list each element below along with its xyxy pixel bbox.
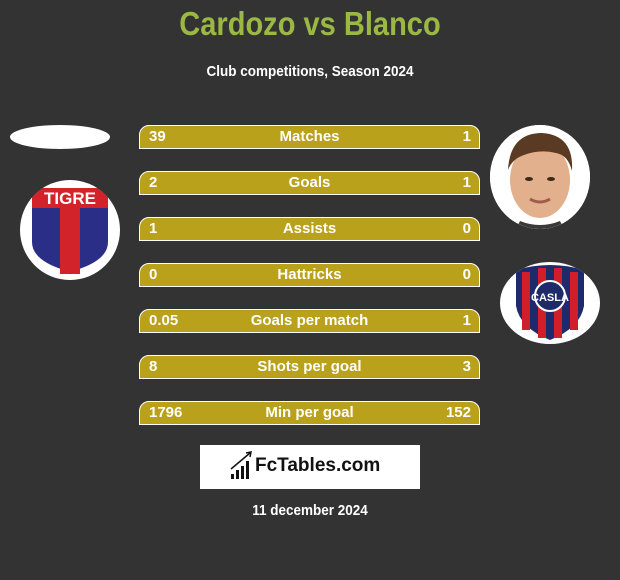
san-lorenzo-crest-icon: CASLA xyxy=(500,262,600,344)
right-value: 0 xyxy=(462,266,471,283)
page-subtitle: Club competitions, Season 2024 xyxy=(206,63,414,80)
stat-label: Shots per goal xyxy=(257,358,362,375)
stat-row-matches: 39 Matches 1 xyxy=(139,125,480,149)
right-value: 1 xyxy=(462,312,471,329)
right-value: 1 xyxy=(462,174,471,191)
stat-row-goals-per-match: 0.05 Goals per match 1 xyxy=(139,309,480,333)
right-value: 0 xyxy=(462,220,471,237)
stat-row-shots-per-goal: 8 Shots per goal 3 xyxy=(139,355,480,379)
stat-label: Goals xyxy=(288,174,331,191)
date-label: 11 december 2024 xyxy=(252,502,368,519)
player-photo xyxy=(490,125,590,229)
right-value: 3 xyxy=(462,358,471,375)
stat-row-goals: 2 Goals 1 xyxy=(139,171,480,195)
right-value: 1 xyxy=(462,128,471,145)
svg-text:TIGRE: TIGRE xyxy=(44,189,96,208)
stat-label: Hattricks xyxy=(277,266,342,283)
right-value: 152 xyxy=(445,404,471,421)
stat-label: Assists xyxy=(282,220,337,237)
tigre-crest-icon: TIGRE xyxy=(20,180,120,280)
stat-row-hattricks: 0 Hattricks 0 xyxy=(139,263,480,287)
bar-chart-icon xyxy=(230,451,254,486)
stat-label: Matches xyxy=(279,128,340,145)
page-title: Cardozo vs Blanco xyxy=(179,5,441,42)
svg-text:CASLA: CASLA xyxy=(531,292,569,304)
left-player-photo-placeholder xyxy=(10,125,110,149)
brand-text: FcTables.com xyxy=(255,455,381,476)
stat-row-assists: 1 Assists 0 xyxy=(139,217,480,241)
stat-row-min-per-goal: 1796 Min per goal 152 xyxy=(139,401,480,425)
stat-label: Goals per match xyxy=(250,312,369,329)
stat-label: Min per goal xyxy=(265,404,354,421)
fctables-brand-link[interactable]: FcTables.com xyxy=(200,445,420,489)
